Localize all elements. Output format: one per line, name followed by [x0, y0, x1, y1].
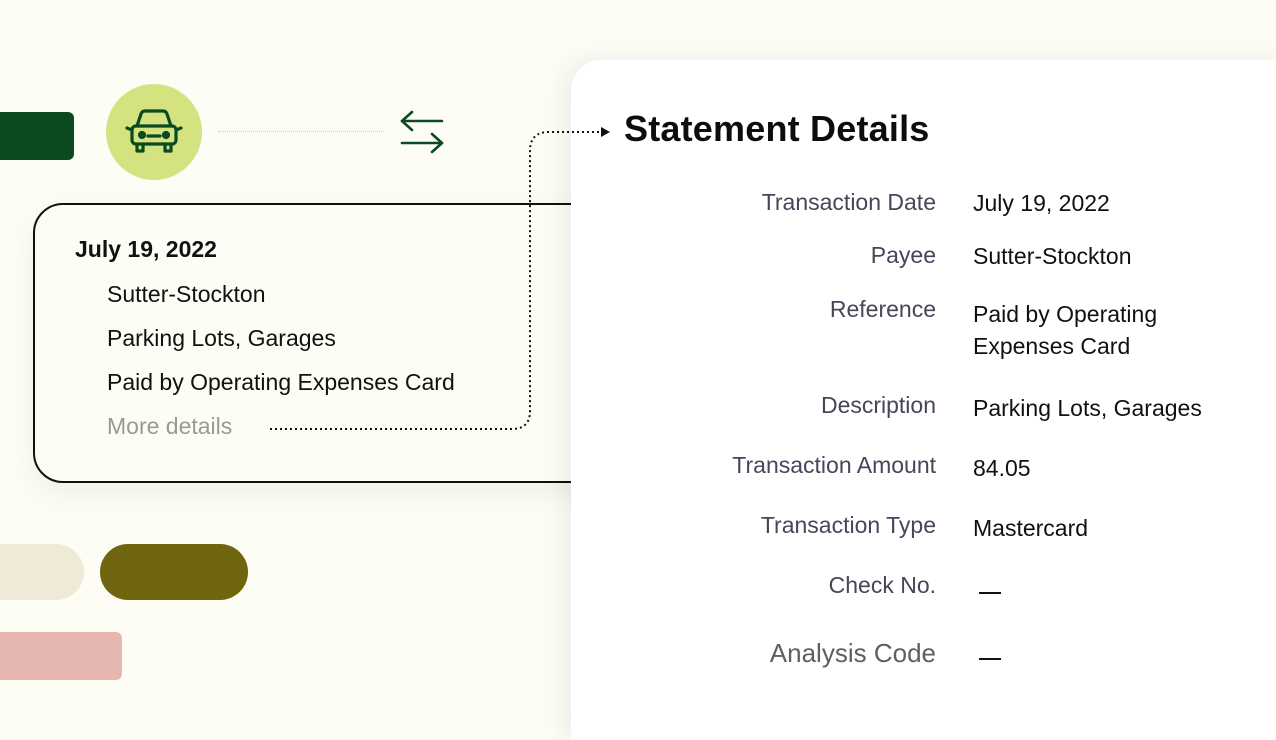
label-transaction-type: Transaction Type [760, 512, 936, 538]
label-description: Description [820, 392, 936, 418]
connector-arrow [270, 127, 610, 430]
brand-color-bar [0, 112, 74, 160]
value-payee: Sutter-Stockton [973, 243, 1132, 269]
car-icon [125, 109, 183, 153]
category-badge [106, 84, 202, 180]
rose-pill [0, 632, 122, 680]
label-transaction-amount: Transaction Amount [732, 452, 936, 478]
label-check-no: Check No. [828, 572, 936, 598]
value-transaction-date: July 19, 2022 [973, 190, 1110, 216]
value-check-no-empty [979, 592, 1001, 594]
value-transaction-type: Mastercard [973, 515, 1089, 541]
value-description: Parking Lots, Garages [973, 395, 1202, 421]
more-details-link[interactable]: More details [107, 413, 232, 440]
label-transaction-date: Transaction Date [761, 189, 936, 215]
value-reference: Paid by Operating Expenses Card [973, 301, 1158, 359]
value-transaction-amount: 84.05 [973, 455, 1031, 481]
card-payee: Sutter-Stockton [107, 281, 266, 307]
cream-pill [0, 544, 84, 600]
transaction-date: July 19, 2022 [75, 236, 217, 262]
label-reference: Reference [829, 296, 936, 322]
value-analysis-code-empty [979, 658, 1001, 660]
label-analysis-code: Analysis Code [769, 638, 936, 668]
olive-pill [100, 544, 248, 600]
label-payee: Payee [870, 242, 936, 268]
panel-title: Statement Details [624, 108, 930, 149]
